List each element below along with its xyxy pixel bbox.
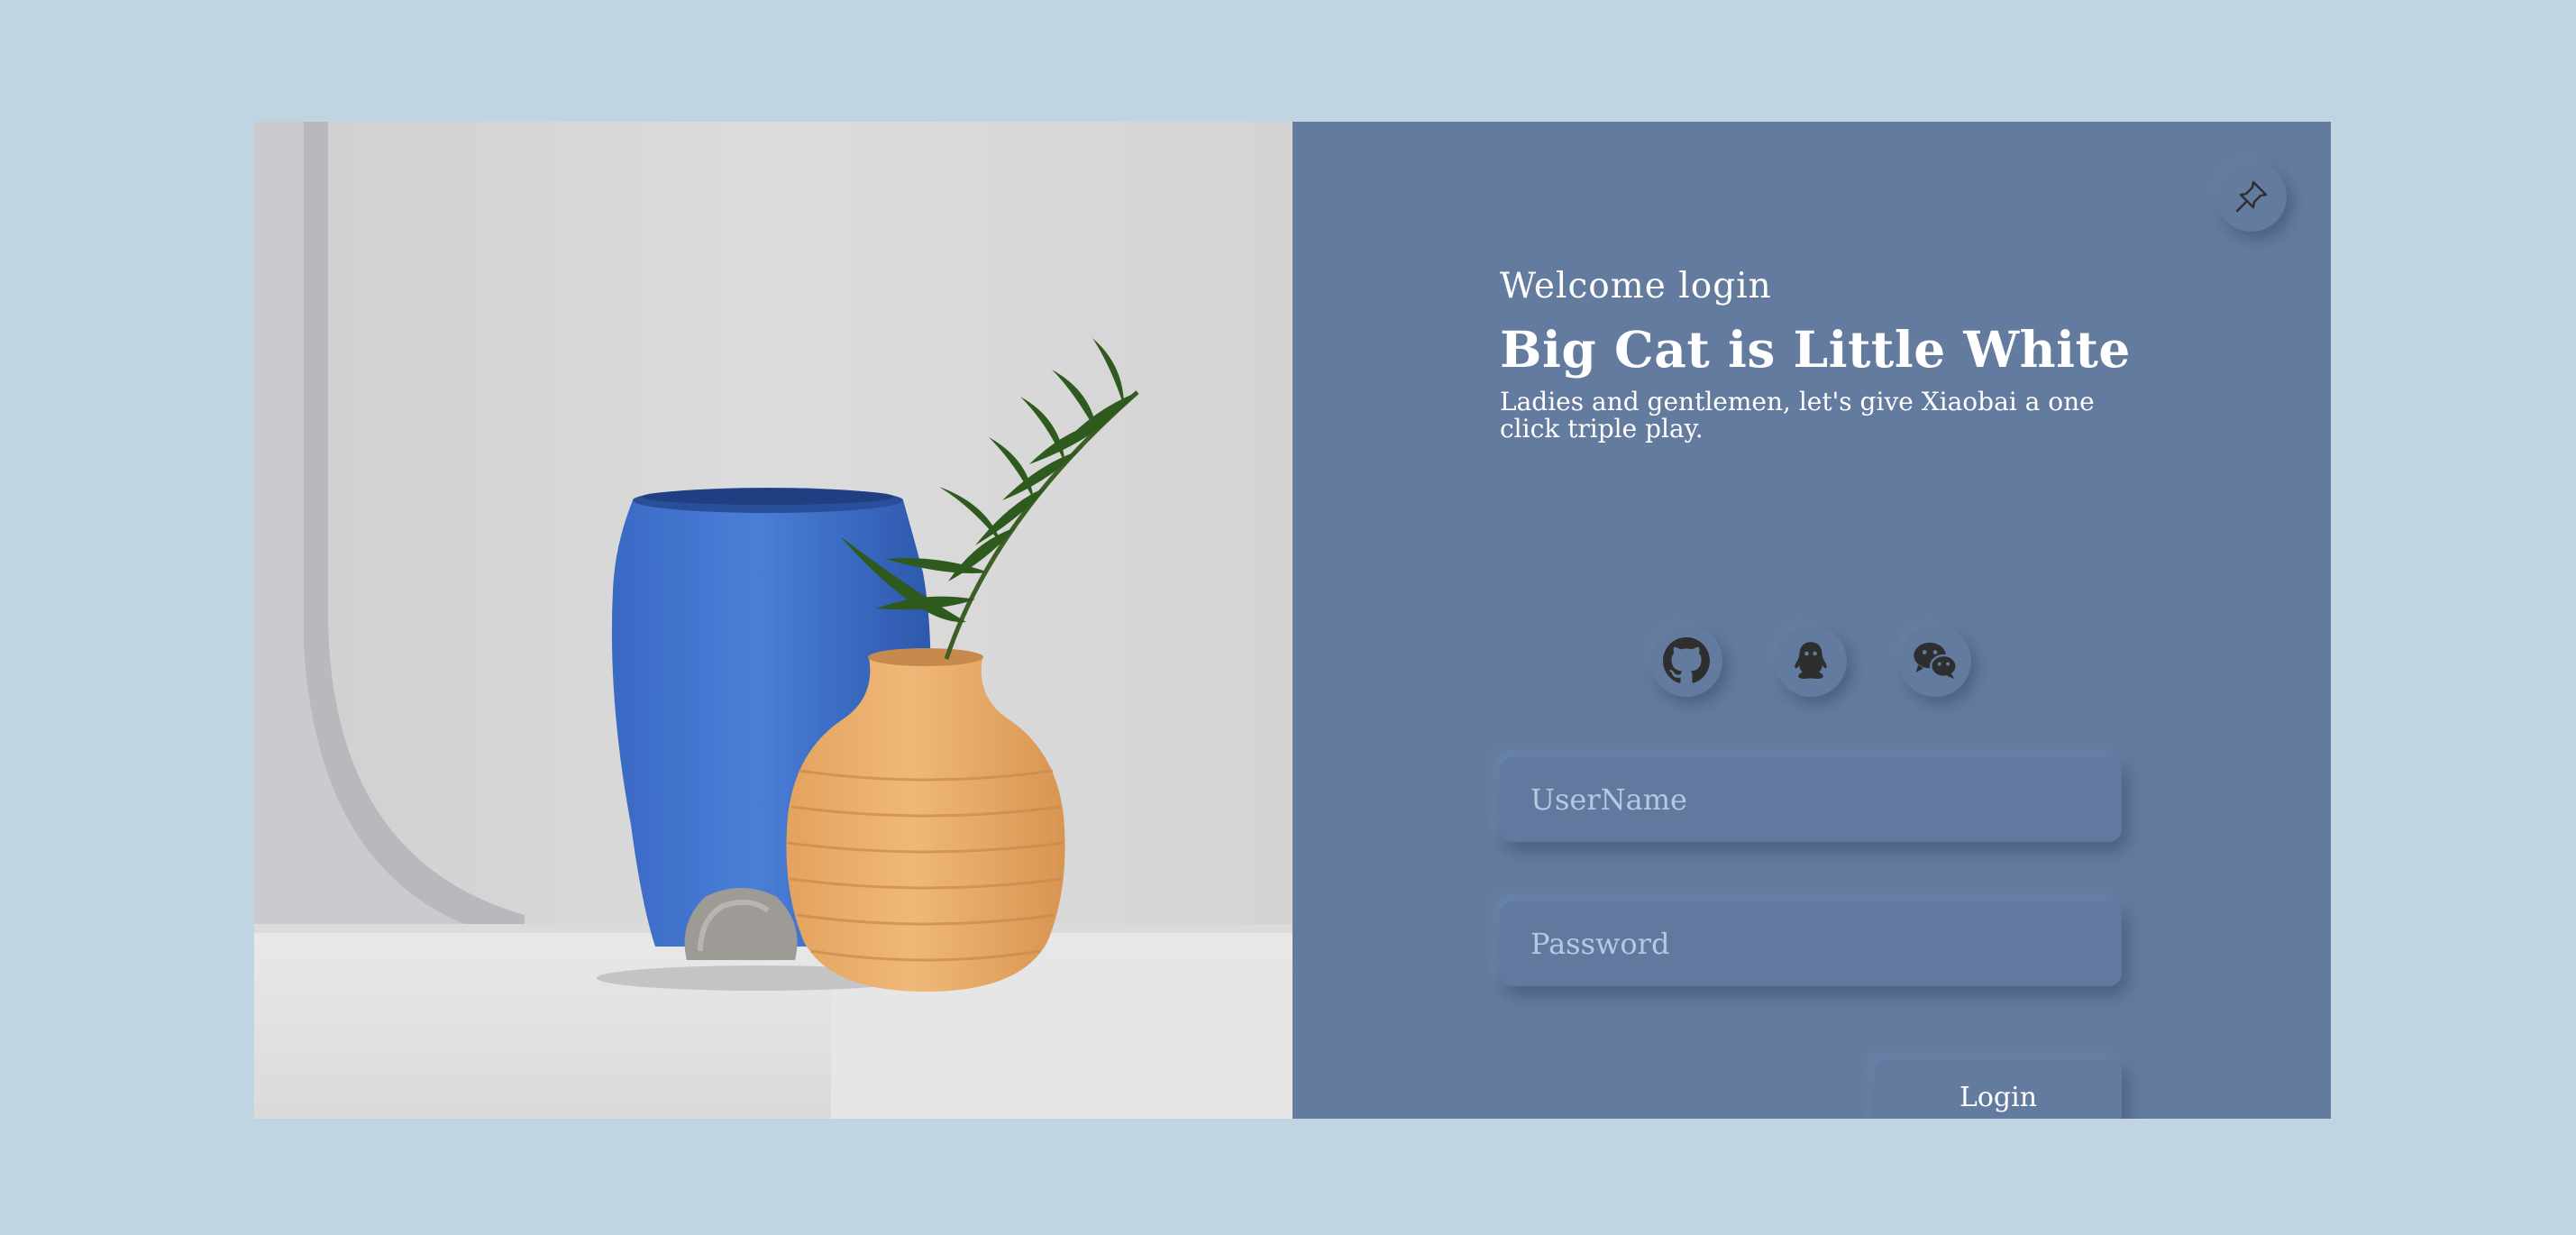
wechat-icon — [1914, 642, 1958, 680]
qq-icon — [1795, 642, 1827, 680]
login-button[interactable]: Login — [1875, 1059, 2122, 1119]
pin-icon — [2235, 180, 2268, 213]
username-field — [1500, 757, 2122, 842]
login-card: Welcome login Big Cat is Little White La… — [254, 122, 2331, 1119]
github-icon — [1663, 637, 1710, 683]
password-input[interactable] — [1529, 926, 2093, 962]
github-login-button[interactable] — [1650, 625, 1722, 697]
password-field — [1500, 901, 2122, 986]
login-panel: Welcome login Big Cat is Little White La… — [1293, 122, 2331, 1119]
qq-login-button[interactable] — [1775, 625, 1847, 697]
hero-illustration — [254, 122, 1293, 1119]
page-title: Big Cat is Little White — [1500, 320, 2131, 379]
wechat-login-button[interactable] — [1899, 625, 1971, 697]
login-form: Welcome login Big Cat is Little White La… — [1500, 266, 2131, 1119]
username-input[interactable] — [1529, 782, 2093, 818]
pin-button[interactable] — [2216, 161, 2287, 232]
vases-image — [254, 122, 1293, 1119]
welcome-text: Welcome login — [1500, 266, 1772, 306]
page-subtitle: Ladies and gentlemen, let's give Xiaobai… — [1500, 387, 2095, 444]
social-login-group — [1500, 625, 2122, 697]
